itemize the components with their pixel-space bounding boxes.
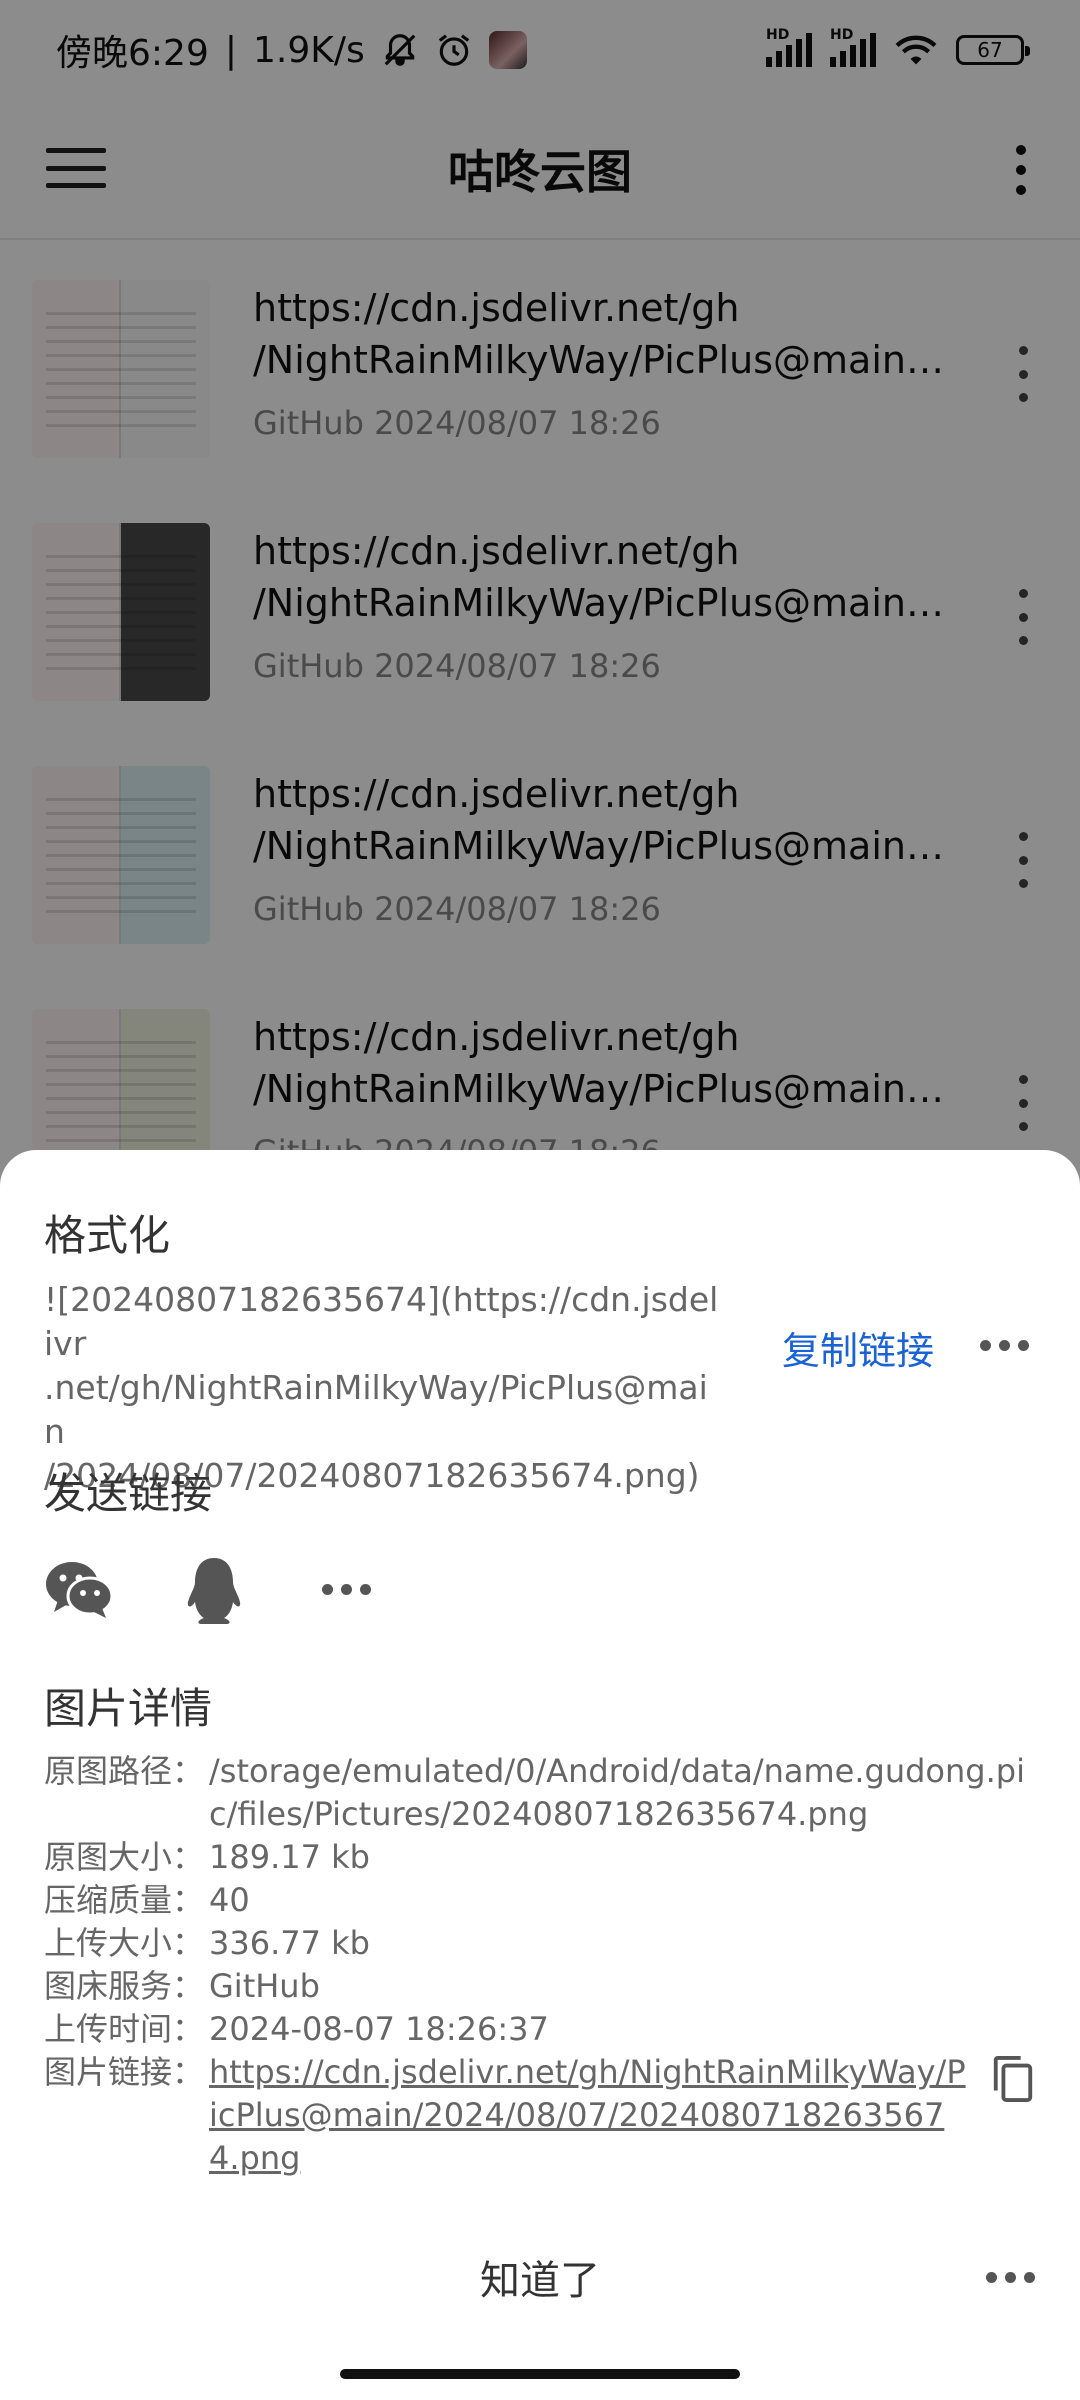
detail-row: 上传时间： 2024-08-07 18:26:37 [44,2008,1044,2051]
image-detail-sheet: 格式化 ![20240807182635674](https://cdn.jsd… [0,1150,1080,2400]
detail-label: 上传时间： [44,2010,205,2048]
more-horiz-icon[interactable] [980,1340,1029,1351]
detail-label: 图片链接： [44,2053,205,2091]
details-list: 原图路径： /storage/emulated/0/Android/data/n… [44,1750,1044,2180]
send-link-title: 发送链接 [44,1469,213,1518]
detail-row: 原图路径： /storage/emulated/0/Android/data/n… [44,1750,1044,1836]
wechat-icon[interactable] [40,1550,120,1630]
detail-label: 上传大小： [44,1924,205,1962]
detail-label: 压缩质量： [44,1881,205,1919]
host-service-value: GitHub [209,1967,320,2005]
detail-row: 图床服务： GitHub [44,1965,1044,2008]
format-line: ![20240807182635674](https://cdn.jsdeliv… [44,1280,719,1363]
format-title: 格式化 [44,1211,171,1260]
original-size-value: 189.17 kb [209,1838,370,1876]
detail-row: 上传大小： 336.77 kb [44,1922,1044,1965]
detail-label: 原图大小： [44,1838,205,1876]
compression-quality-value: 40 [209,1881,250,1919]
detail-row: 原图大小： 189.17 kb [44,1836,1044,1879]
qq-icon[interactable] [174,1550,254,1630]
more-horiz-icon[interactable] [986,2272,1035,2283]
format-line: .net/gh/NightRainMilkyWay/PicPlus@main [44,1368,708,1451]
upload-size-value: 336.77 kb [209,1924,370,1962]
copy-icon[interactable] [990,2054,1036,2104]
original-path-value: /storage/emulated/0/Android/data/name.gu… [209,1752,1025,1833]
share-row [44,1550,644,1630]
details-title: 图片详情 [44,1684,213,1733]
upload-time-value: 2024-08-07 18:26:37 [209,2010,549,2048]
image-link[interactable]: https://cdn.jsdelivr.net/gh/NightRainMil… [209,2051,969,2180]
detail-row: 压缩质量： 40 [44,1879,1044,1922]
copy-link-button[interactable]: 复制链接 [782,1320,934,1375]
detail-row: 图片链接： https://cdn.jsdelivr.net/gh/NightR… [44,2051,1044,2180]
detail-label: 原图路径： [44,1752,205,1790]
ok-button[interactable]: 知道了 [0,2248,1080,2306]
home-indicator[interactable] [340,2369,740,2379]
more-horiz-icon[interactable] [322,1584,371,1595]
detail-label: 图床服务： [44,1967,205,2005]
